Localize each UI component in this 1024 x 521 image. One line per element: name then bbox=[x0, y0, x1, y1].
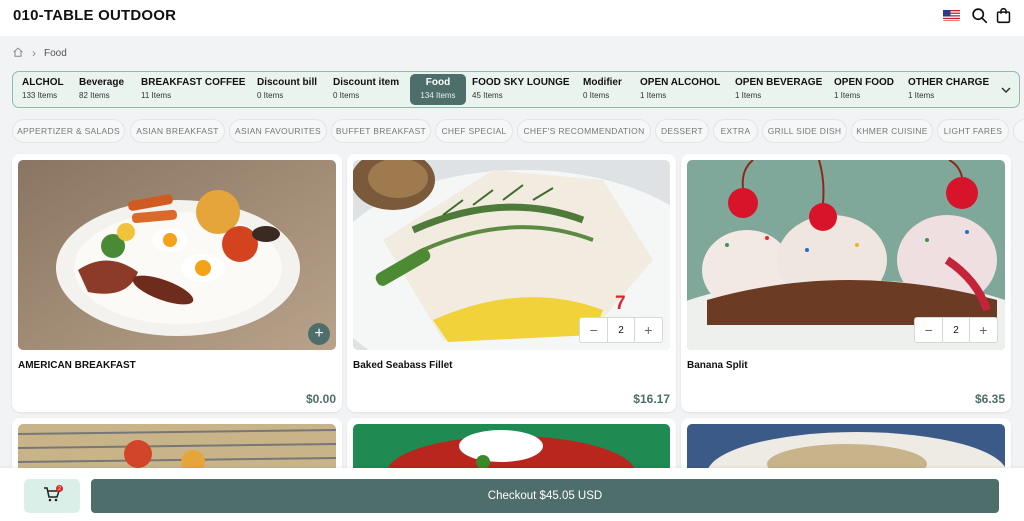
category-name: Discount item bbox=[333, 77, 400, 88]
category-bar: ALCHOL 133 Items Beverage 82 Items BREAK… bbox=[12, 71, 1020, 108]
product-name: AMERICAN BREAKFAST bbox=[18, 360, 136, 371]
category-count: 0 Items bbox=[333, 91, 360, 100]
chip-buffet-breakfast[interactable]: BUFFET BREAKFAST bbox=[331, 119, 431, 143]
product-card-baked-seabass-fillet[interactable]: 7 − 2 + Baked Seabass Fillet $16.17 bbox=[347, 154, 676, 412]
quantity-stepper[interactable]: − 2 + bbox=[579, 317, 663, 343]
category-count: 45 Items bbox=[472, 91, 503, 100]
chip-asian-breakfast[interactable]: ASIAN BREAKFAST bbox=[130, 119, 225, 143]
top-bar: 010-TABLE OUTDOOR bbox=[0, 0, 1024, 36]
category-count: 1 Items bbox=[908, 91, 935, 100]
home-icon[interactable] bbox=[12, 46, 24, 61]
decrement-button[interactable]: − bbox=[915, 318, 942, 342]
chip-khmer-cuisine[interactable]: KHMER CUISINE bbox=[851, 119, 933, 143]
category-modifier[interactable]: Modifier 0 Items bbox=[574, 74, 622, 105]
breadcrumb: › Food bbox=[12, 45, 67, 61]
category-name: OPEN ALCOHOL bbox=[640, 77, 721, 88]
category-open-food[interactable]: OPEN FOOD 1 Items bbox=[825, 74, 894, 105]
product-name: Banana Split bbox=[687, 360, 748, 371]
highlight-marker: 7 bbox=[615, 293, 626, 314]
chip-grill-side-dish[interactable]: GRILL SIDE DISH bbox=[762, 119, 847, 143]
chip-dessert[interactable]: DESSERT bbox=[655, 119, 709, 143]
search-icon[interactable] bbox=[970, 6, 988, 24]
decrement-button[interactable]: − bbox=[580, 318, 607, 342]
quantity-value: 2 bbox=[607, 318, 635, 342]
chip-asian-favourites[interactable]: ASIAN FAVOURITES bbox=[229, 119, 327, 143]
category-other-charge[interactable]: OTHER CHARGE 1 Items bbox=[899, 74, 989, 105]
category-name: OTHER CHARGE bbox=[908, 77, 990, 88]
quantity-value: 2 bbox=[942, 318, 970, 342]
product-card-american-breakfast[interactable]: + AMERICAN BREAKFAST $0.00 bbox=[12, 154, 342, 412]
add-to-cart-button[interactable]: + bbox=[308, 323, 330, 345]
category-count: 0 Items bbox=[257, 91, 284, 100]
checkout-button[interactable]: Checkout $45.05 USD bbox=[91, 479, 999, 513]
category-alchol[interactable]: ALCHOL 133 Items bbox=[13, 74, 64, 105]
header-actions bbox=[943, 6, 1012, 24]
product-price: $0.00 bbox=[305, 392, 336, 406]
category-count: 0 Items bbox=[583, 91, 610, 100]
shopping-bag-icon[interactable] bbox=[994, 6, 1012, 24]
category-food[interactable]: Food 134 Items bbox=[410, 74, 466, 105]
category-name: Discount bill bbox=[257, 77, 317, 88]
product-price: $6.35 bbox=[974, 392, 1005, 406]
category-count: 1 Items bbox=[735, 91, 762, 100]
chevron-down-icon[interactable] bbox=[999, 83, 1013, 97]
category-name: Food bbox=[425, 77, 451, 88]
category-name: Beverage bbox=[79, 77, 125, 88]
breadcrumb-current: Food bbox=[44, 47, 67, 59]
category-discount-bill[interactable]: Discount bill 0 Items bbox=[248, 74, 317, 105]
category-open-alcohol[interactable]: OPEN ALCOHOL 1 Items bbox=[631, 74, 720, 105]
category-name: BREAKFAST COFFEE bbox=[141, 77, 246, 88]
quantity-stepper[interactable]: − 2 + bbox=[914, 317, 998, 343]
bottom-bar: 2 Checkout $45.05 USD bbox=[0, 468, 1024, 521]
category-count: 133 Items bbox=[22, 91, 58, 100]
us-flag-icon[interactable] bbox=[943, 9, 960, 21]
category-count: 1 Items bbox=[640, 91, 667, 100]
product-price: $16.17 bbox=[633, 392, 670, 406]
product-name: Baked Seabass Fillet bbox=[353, 360, 453, 371]
category-name: OPEN BEVERAGE bbox=[735, 77, 823, 88]
chip-light-fares[interactable]: LIGHT FARES bbox=[937, 119, 1009, 143]
category-count: 82 Items bbox=[79, 91, 110, 100]
product-card-banana-split[interactable]: − 2 + Banana Split $6.35 bbox=[681, 154, 1011, 412]
category-breakfast-coffee[interactable]: BREAKFAST COFFEE 11 Items bbox=[132, 74, 245, 105]
category-count: 11 Items bbox=[141, 91, 172, 100]
chip-appertizer-salads[interactable]: APPERTIZER & SALADS bbox=[12, 119, 125, 143]
chevron-right-icon: › bbox=[32, 46, 36, 60]
chip-chef-special[interactable]: CHEF SPECIAL bbox=[435, 119, 513, 143]
category-beverage[interactable]: Beverage 82 Items bbox=[70, 74, 124, 105]
category-name: ALCHOL bbox=[22, 77, 64, 88]
chip-more[interactable] bbox=[1013, 119, 1024, 143]
category-discount-item[interactable]: Discount item 0 Items bbox=[324, 74, 399, 105]
category-food-sky-lounge[interactable]: FOOD SKY LOUNGE 45 Items bbox=[463, 74, 570, 105]
table-title: 010-TABLE OUTDOOR bbox=[13, 7, 177, 24]
category-open-beverage[interactable]: OPEN BEVERAGE 1 Items bbox=[726, 74, 822, 105]
category-name: OPEN FOOD bbox=[834, 77, 895, 88]
increment-button[interactable]: + bbox=[635, 318, 662, 342]
category-count: 134 Items bbox=[420, 91, 456, 100]
cart-button[interactable]: 2 bbox=[24, 479, 80, 513]
chip-chefs-recommendation[interactable]: CHEF'S RECOMMENDATION bbox=[517, 119, 651, 143]
subcategory-chips: APPERTIZER & SALADS ASIAN BREAKFAST ASIA… bbox=[12, 119, 1024, 143]
cart-count-badge: 2 bbox=[56, 485, 63, 492]
category-count: 1 Items bbox=[834, 91, 861, 100]
increment-button[interactable]: + bbox=[970, 318, 997, 342]
chip-extra[interactable]: EXTRA bbox=[713, 119, 758, 143]
category-name: FOOD SKY LOUNGE bbox=[472, 77, 570, 88]
product-image bbox=[18, 160, 336, 350]
category-name: Modifier bbox=[583, 77, 622, 88]
